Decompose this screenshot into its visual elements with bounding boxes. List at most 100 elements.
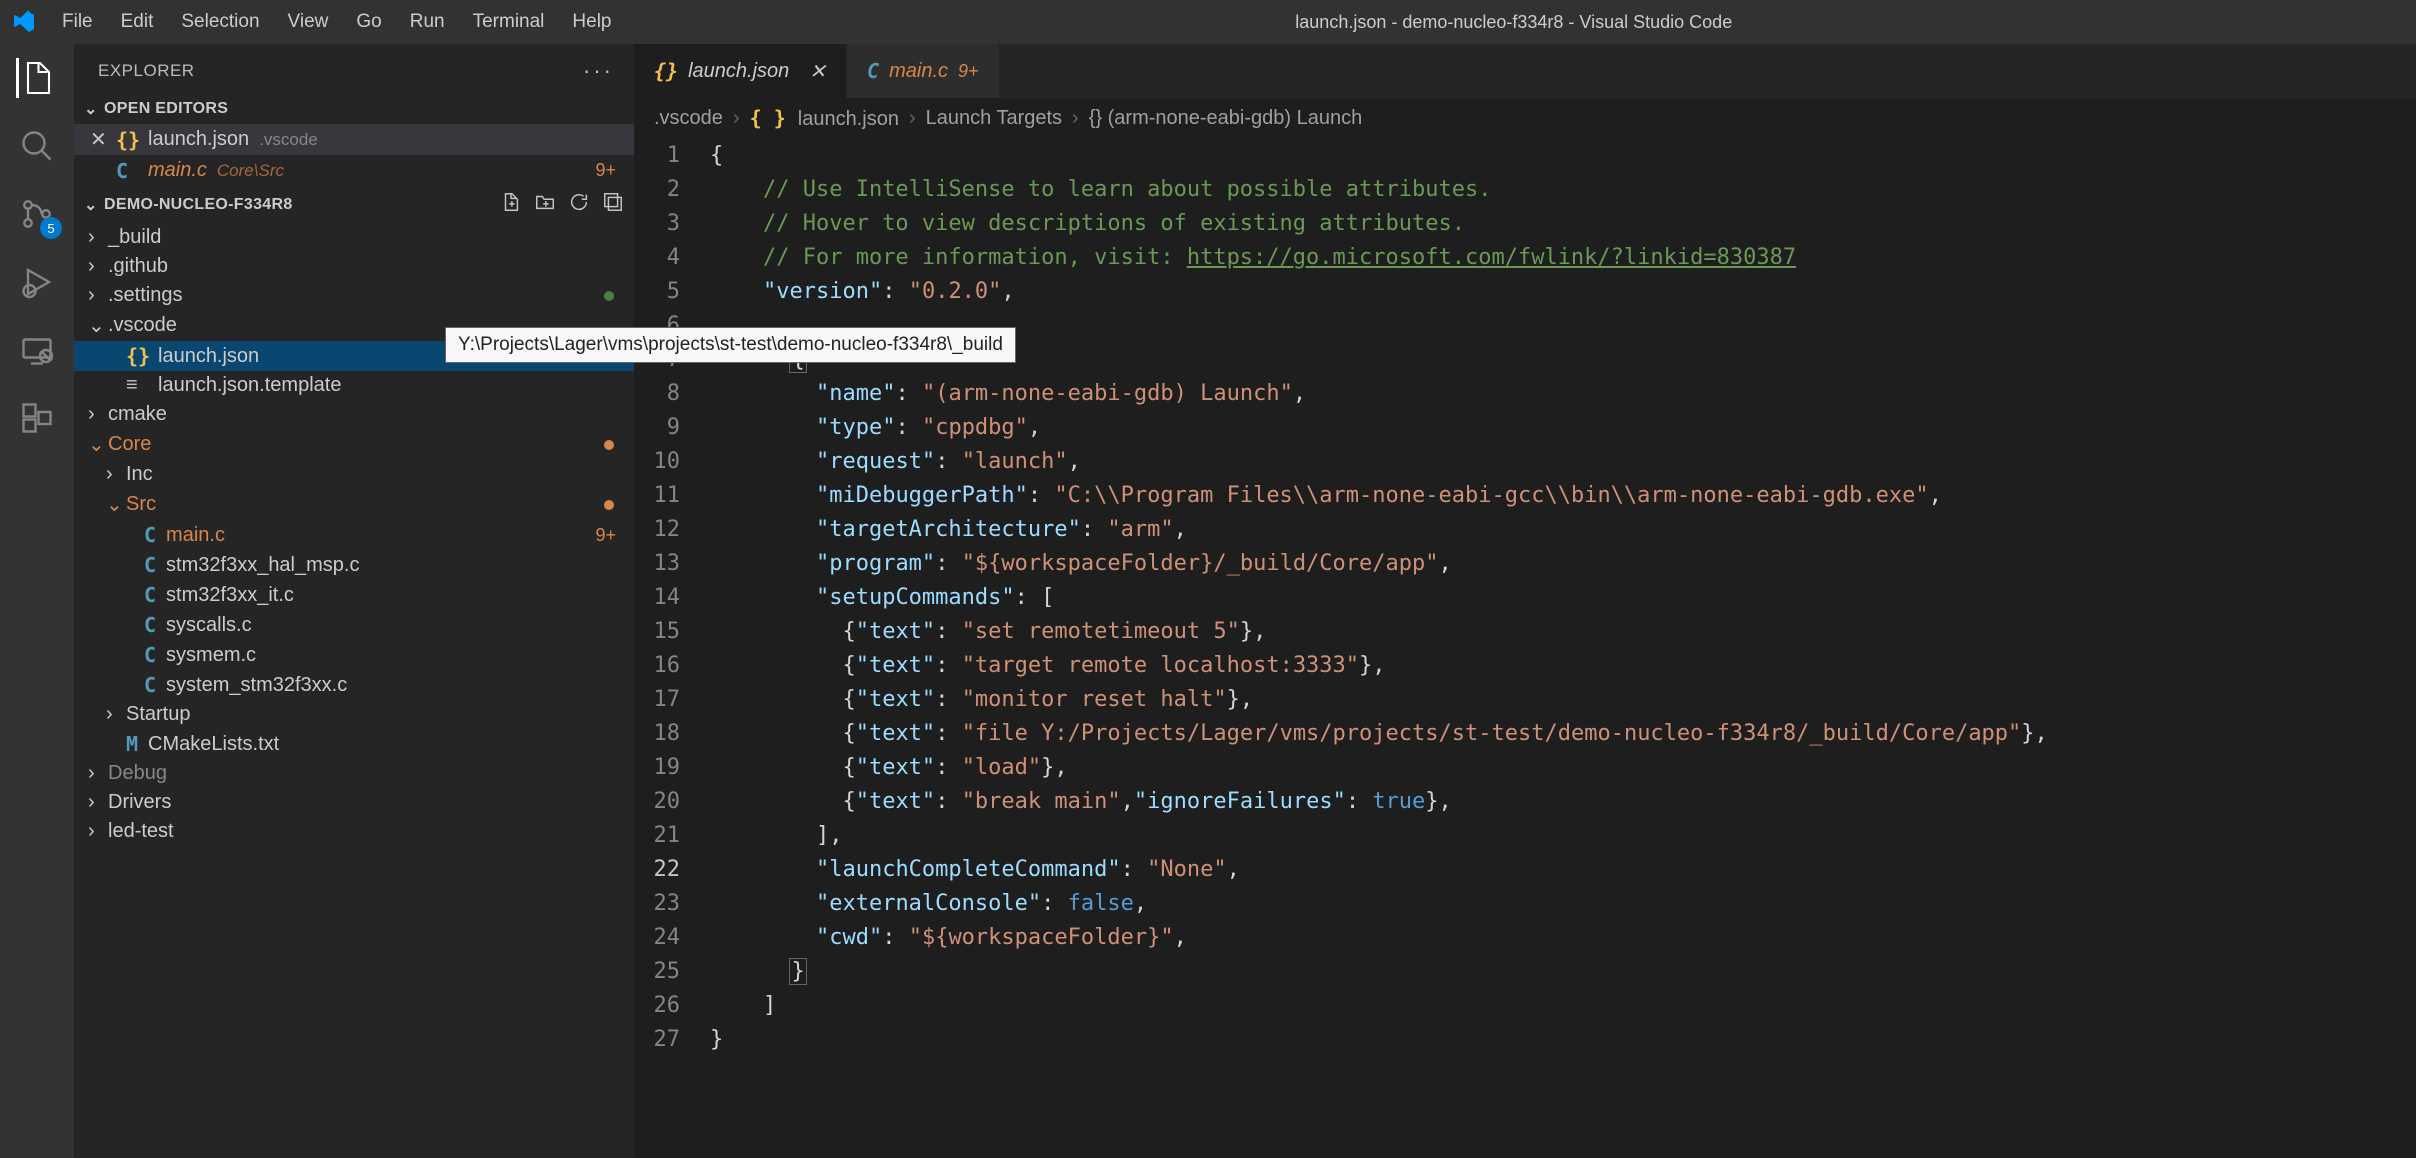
breadcrumb-segment[interactable]: { } launch.json [750,106,899,131]
tree-item[interactable]: ›cmake [74,400,634,429]
new-file-icon[interactable] [500,191,522,218]
file-path: .vscode [259,130,318,150]
modified-dot-icon [604,440,614,450]
tree-item[interactable]: ›led-test [74,817,634,846]
sidebar-more-icon[interactable]: ··· [583,58,614,84]
tree-item[interactable]: MCMakeLists.txt [74,729,634,759]
tree-item[interactable]: ⌄Src [74,489,634,520]
menu-help[interactable]: Help [560,7,623,37]
tree-label: Inc [126,463,153,486]
activity-extensions-icon[interactable] [17,398,57,438]
chevron-icon: › [88,762,104,785]
tree-label: Src [126,493,156,516]
json-icon: {} [126,344,148,368]
tree-item[interactable]: Csyscalls.c [74,610,634,640]
chevron-icon: › [106,703,122,726]
code-editor[interactable]: 1234567891011121314151617181920212223242… [634,139,2416,1158]
tree-label: Core [108,433,151,456]
close-icon[interactable]: ✕ [809,59,826,84]
activity-scm-icon[interactable]: 5 [17,194,57,234]
chevron-icon: › [88,255,104,278]
activity-search-icon[interactable] [17,126,57,166]
activity-debug-icon[interactable] [17,262,57,302]
tab-label: main.c [889,60,948,83]
tree-item[interactable]: ›.github [74,252,634,281]
c-icon: C [867,59,879,83]
close-icon[interactable]: ✕ [90,127,108,152]
menu-go[interactable]: Go [344,7,393,37]
tree-item[interactable]: Csysmem.c [74,640,634,670]
chevron-icon: ⌄ [106,492,122,517]
sidebar: EXPLORER ··· ⌄ OPEN EDITORS ✕ {} launch.… [74,44,634,1158]
tree-item[interactable]: ›Inc [74,460,634,489]
file-path: Core\Src [217,161,284,181]
tree-label: _build [108,226,161,249]
project-header[interactable]: ⌄ DEMO-NUCLEO-F334R8 [74,186,634,223]
tree-label: .vscode [108,314,177,337]
new-folder-icon[interactable] [534,191,556,218]
activity-bar: 5 [0,44,74,1158]
tabs-bar: {} launch.json ✕ C main.c 9+ [634,44,2416,98]
tab-launch-json[interactable]: {} launch.json ✕ [634,44,847,98]
tree-item[interactable]: ≡launch.json.template [74,371,634,400]
tree-label: .settings [108,284,182,307]
chevron-icon: ⌄ [88,313,104,338]
tree-item[interactable]: Csystem_stm32f3xx.c [74,670,634,700]
title-bar: File Edit Selection View Go Run Terminal… [0,0,2416,44]
c-icon: C [144,613,156,637]
menu-view[interactable]: View [276,7,341,37]
file-name: main.c [148,159,207,182]
project-name: DEMO-NUCLEO-F334R8 [104,196,293,214]
c-icon: C [116,159,138,183]
open-editors-header[interactable]: ⌄ OPEN EDITORS [74,94,634,124]
tree-item[interactable]: ›Drivers [74,788,634,817]
tree-item[interactable]: ›.settings [74,281,634,310]
tab-label: launch.json [688,60,789,83]
refresh-icon[interactable] [568,191,590,218]
tree-label: system_stm32f3xx.c [166,674,347,697]
open-editors-label: OPEN EDITORS [104,100,228,118]
activity-remote-icon[interactable] [17,330,57,370]
menu-terminal[interactable]: Terminal [461,7,557,37]
breadcrumbs[interactable]: .vscode› { } launch.json› Launch Targets… [634,98,2416,139]
tree-item[interactable]: Cmain.c9+ [74,520,634,550]
tree-item[interactable]: Cstm32f3xx_hal_msp.c [74,550,634,580]
breadcrumb-segment[interactable]: Launch Targets [926,107,1062,130]
breadcrumb-segment[interactable]: .vscode [654,107,723,130]
tree-label: CMakeLists.txt [148,733,279,756]
tab-main-c[interactable]: C main.c 9+ [847,44,999,98]
tree-label: launch.json.template [158,374,341,397]
modified-dot-icon [604,500,614,510]
scm-badge: 5 [40,217,62,239]
line-gutter: 1234567891011121314151617181920212223242… [634,139,710,1158]
tree-label: launch.json [158,345,259,368]
tree-item[interactable]: ›Debug [74,759,634,788]
c-icon: C [144,643,156,667]
activity-explorer-icon[interactable] [16,58,56,98]
git-dot-icon [604,291,614,301]
tree-item[interactable]: ⌄Core [74,429,634,460]
tree-label: main.c [166,524,225,547]
breadcrumb-segment[interactable]: {} (arm-none-eabi-gdb) Launch [1089,107,1363,130]
tree-label: syscalls.c [166,614,252,637]
menu-file[interactable]: File [50,7,105,37]
open-editor-item[interactable]: ✕ {} launch.json .vscode [74,124,634,155]
tree-label: Debug [108,762,167,785]
collapse-icon[interactable] [602,191,624,218]
open-editor-item[interactable]: ✕ C main.c Core\Src 9+ [74,155,634,186]
menu-selection[interactable]: Selection [169,7,271,37]
json-icon: {} [654,59,678,83]
sidebar-header: EXPLORER ··· [74,44,634,94]
menu-run[interactable]: Run [398,7,457,37]
tree-label: Drivers [108,791,171,814]
tree-label: .github [108,255,168,278]
menu-edit[interactable]: Edit [109,7,166,37]
tree-item[interactable]: ›Startup [74,700,634,729]
sidebar-title: EXPLORER [98,61,195,81]
code-content[interactable]: { // Use IntelliSense to learn about pos… [710,139,2416,1158]
tree-item[interactable]: ›_build [74,223,634,252]
c-icon: C [144,553,156,577]
tree-label: led-test [108,820,174,843]
tree-item[interactable]: Cstm32f3xx_it.c [74,580,634,610]
tree-label: stm32f3xx_hal_msp.c [166,554,359,577]
